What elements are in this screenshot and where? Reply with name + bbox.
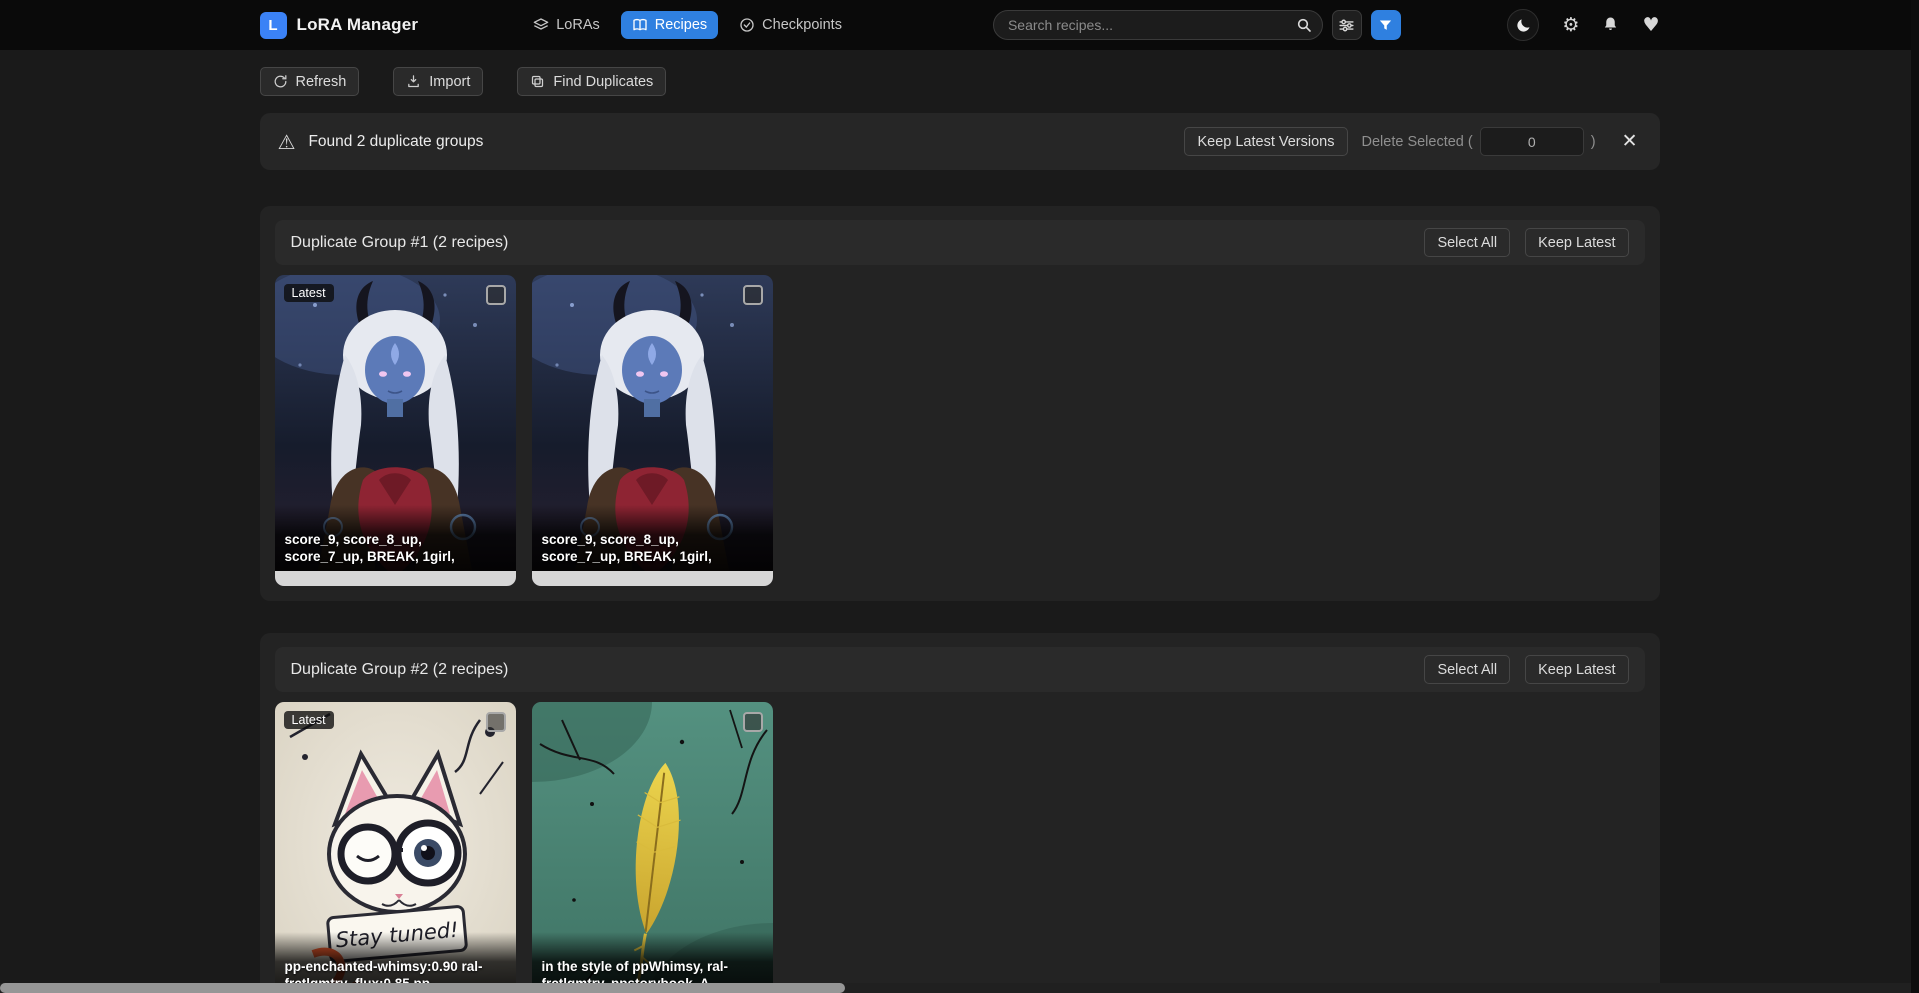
moon-icon [1515, 17, 1532, 34]
duplicate-group-2: Duplicate Group #2 (2 recipes) Select Al… [260, 633, 1660, 993]
select-all-button[interactable]: Select All [1424, 655, 1510, 684]
import-label: Import [429, 74, 470, 90]
select-all-label: Select All [1437, 662, 1497, 678]
horizontal-scrollbar-thumb[interactable] [0, 983, 845, 993]
import-icon [406, 74, 421, 89]
layers-icon [533, 17, 549, 33]
brand: L LoRA Manager [260, 12, 419, 39]
bell-icon[interactable] [1602, 14, 1619, 37]
group-2-actions: Select All Keep Latest [1424, 655, 1628, 684]
funnel-filter-button[interactable] [1371, 10, 1401, 40]
gear-icon[interactable]: ⚙ [1562, 16, 1579, 35]
alert-actions: Keep Latest Versions Delete Selected ( )… [1184, 127, 1641, 156]
heart-icon[interactable]: ♥ [1642, 16, 1659, 35]
refresh-icon [273, 74, 288, 89]
group-2-header: Duplicate Group #2 (2 recipes) Select Al… [275, 647, 1645, 692]
top-nav: L LoRA Manager LoRAs Recipes [0, 0, 1919, 50]
find-duplicates-button[interactable]: Find Duplicates [517, 67, 666, 96]
card-caption-text: score_9, score_8_up, score_7_up, BREAK, … [285, 531, 486, 565]
theme-toggle-button[interactable] [1507, 9, 1539, 41]
tab-label: Checkpoints [762, 17, 842, 33]
group-1-cards: Latest score_9, score_8_up, score_7_up, … [275, 275, 1645, 586]
latest-badge: Latest [284, 284, 334, 302]
latest-badge: Latest [284, 711, 334, 729]
alert-message: Found 2 duplicate groups [308, 133, 483, 151]
checkpoint-icon [739, 17, 755, 33]
group-1-header: Duplicate Group #1 (2 recipes) Select Al… [275, 220, 1645, 265]
sliders-filter-button[interactable] [1332, 10, 1362, 40]
delete-selected-control: Delete Selected ( ) [1362, 127, 1596, 156]
keep-latest-button[interactable]: Keep Latest [1525, 655, 1628, 684]
tab-loras[interactable]: LoRAs [522, 11, 611, 39]
import-button[interactable]: Import [393, 67, 483, 96]
nav-inner: L LoRA Manager LoRAs Recipes [260, 0, 1660, 50]
recipe-card[interactable]: score_9, score_8_up, score_7_up, BREAK, … [532, 275, 773, 586]
refresh-button[interactable]: Refresh [260, 67, 360, 96]
horizontal-scrollbar[interactable] [0, 983, 1911, 993]
app-logo-icon: L [260, 12, 287, 39]
tab-checkpoints[interactable]: Checkpoints [728, 11, 853, 39]
group-2-cards: Stay tuned! Latest pp-enchanted-whimsy:0… [275, 702, 1645, 993]
group-1-actions: Select All Keep Latest [1424, 228, 1628, 257]
card-footer [532, 571, 773, 586]
app-root: L LoRA Manager LoRAs Recipes [0, 0, 1919, 993]
group-title: Duplicate Group #2 (2 recipes) [291, 661, 509, 679]
recipe-card[interactable]: in the style of ppWhimsy, ral-frctlgmtry… [532, 702, 773, 993]
search [993, 10, 1323, 40]
vertical-scrollbar[interactable] [1911, 0, 1919, 993]
keep-latest-button[interactable]: Keep Latest [1525, 228, 1628, 257]
delete-selected-suffix: ) [1591, 134, 1596, 150]
card-checkbox[interactable] [743, 712, 763, 732]
recipe-card[interactable]: Stay tuned! Latest pp-enchanted-whimsy:0… [275, 702, 516, 993]
card-caption: score_9, score_8_up, score_7_up, BREAK, … [275, 505, 516, 571]
toolbar: Refresh Import Find Duplicates [260, 67, 1660, 96]
tab-recipes[interactable]: Recipes [621, 11, 718, 39]
find-duplicates-label: Find Duplicates [553, 74, 653, 90]
keep-latest-label: Keep Latest [1538, 662, 1615, 678]
search-icon [1296, 17, 1312, 33]
app-title: LoRA Manager [297, 15, 419, 35]
card-checkbox[interactable] [743, 285, 763, 305]
keep-latest-versions-label: Keep Latest Versions [1197, 134, 1334, 150]
delete-selected-prefix: Delete Selected ( [1362, 134, 1473, 150]
recipe-card[interactable]: Latest score_9, score_8_up, score_7_up, … [275, 275, 516, 586]
card-caption-text: score_9, score_8_up, score_7_up, BREAK, … [542, 531, 743, 565]
duplicates-icon [530, 74, 545, 89]
tab-label: LoRAs [556, 17, 600, 33]
keep-latest-versions-button[interactable]: Keep Latest Versions [1184, 127, 1347, 156]
card-footer [275, 571, 516, 586]
nav-right-actions: ⚙ ♥ [1507, 9, 1659, 41]
nav-tabs: LoRAs Recipes Checkpoints [522, 11, 853, 39]
funnel-icon [1378, 18, 1393, 33]
main-content: Refresh Import Find Duplicates ⚠ Found 2… [260, 67, 1660, 993]
sliders-icon [1338, 17, 1355, 34]
card-caption: score_9, score_8_up, score_7_up, BREAK, … [532, 505, 773, 571]
search-input[interactable] [993, 10, 1323, 40]
refresh-label: Refresh [296, 74, 347, 90]
keep-latest-label: Keep Latest [1538, 235, 1615, 251]
tab-label: Recipes [655, 17, 707, 33]
select-all-label: Select All [1437, 235, 1497, 251]
select-all-button[interactable]: Select All [1424, 228, 1510, 257]
duplicates-alert-banner: ⚠ Found 2 duplicate groups Keep Latest V… [260, 113, 1660, 170]
group-title: Duplicate Group #1 (2 recipes) [291, 234, 509, 252]
duplicate-group-1: Duplicate Group #1 (2 recipes) Select Al… [260, 206, 1660, 601]
warning-icon: ⚠ [278, 132, 296, 152]
delete-count-input[interactable] [1480, 127, 1584, 156]
close-alert-button[interactable]: ✕ [1618, 132, 1642, 151]
card-checkbox[interactable] [486, 712, 506, 732]
card-checkbox[interactable] [486, 285, 506, 305]
book-icon [632, 17, 648, 33]
